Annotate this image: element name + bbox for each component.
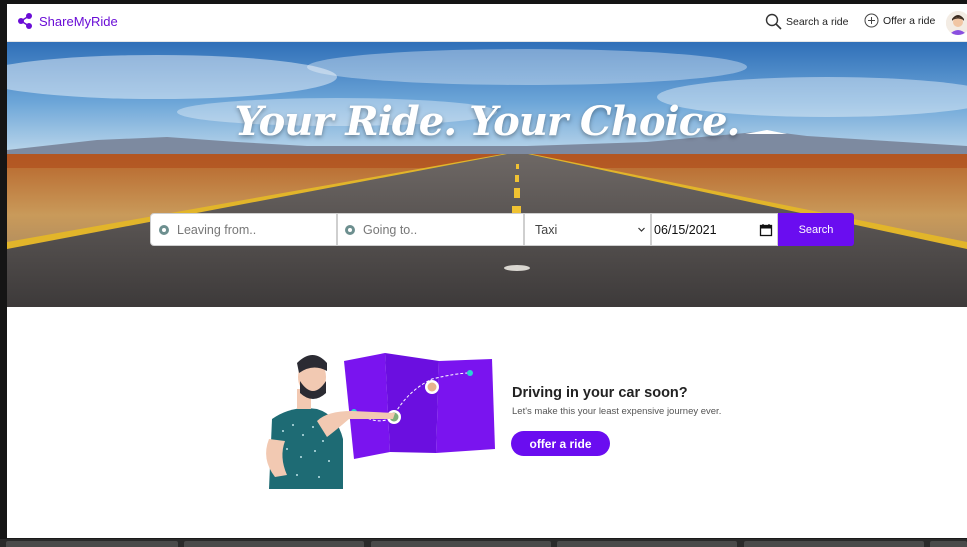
hero-banner: Your Ride. Your Choice. Taxi 06/15/2021 [7,42,967,307]
user-avatar[interactable] [946,11,967,35]
driver-map-illustration [266,353,495,489]
taskbar-item[interactable] [6,541,178,547]
date-field[interactable]: 06/15/2021 [651,213,778,246]
offer-ride-label: Offer a ride [883,14,936,27]
brand-name: ShareMyRide [39,13,118,29]
taskbar-item[interactable] [557,541,737,547]
search-ride-link[interactable]: Search a ride [765,13,848,30]
going-to-field[interactable] [337,213,524,246]
offer-ride-link[interactable]: Offer a ride [864,13,935,28]
leaving-from-input[interactable] [175,221,329,238]
page: ShareMyRide Search a ride Offer a ride Y… [7,4,967,538]
location-pin-icon [159,224,169,235]
avatar-icon [946,11,967,35]
offer-title: Driving in your car soon? [512,385,688,401]
search-button[interactable]: Search [778,213,854,246]
ride-type-select[interactable]: Taxi [524,213,651,246]
hero-title: Your Ride. Your Choice. [234,98,741,145]
desert-road-image [7,42,967,307]
date-value: 06/15/2021 [654,222,717,237]
offer-subtitle: Let's make this your least expensive jou… [512,406,722,417]
ride-type-value: Taxi [535,222,558,237]
plus-circle-icon [864,13,879,28]
taskbar-item[interactable] [371,541,551,547]
brand-logo[interactable]: ShareMyRide [17,12,118,30]
os-taskbar [0,539,967,547]
going-to-input[interactable] [361,221,515,238]
taskbar-item[interactable] [930,541,967,547]
leaving-from-field[interactable] [150,213,337,246]
taskbar-item[interactable] [184,541,364,547]
search-icon [765,13,782,30]
offer-ride-button[interactable]: offer a ride [511,431,610,456]
ride-search-bar: Taxi 06/15/2021 Search [150,213,854,246]
share-logo-icon [18,13,32,29]
taskbar-item[interactable] [744,541,924,547]
location-pin-icon [345,224,355,235]
search-ride-label: Search a ride [786,15,849,28]
chevron-down-icon [638,227,645,232]
navbar: ShareMyRide Search a ride Offer a ride [7,4,967,42]
calendar-icon[interactable] [759,223,773,237]
